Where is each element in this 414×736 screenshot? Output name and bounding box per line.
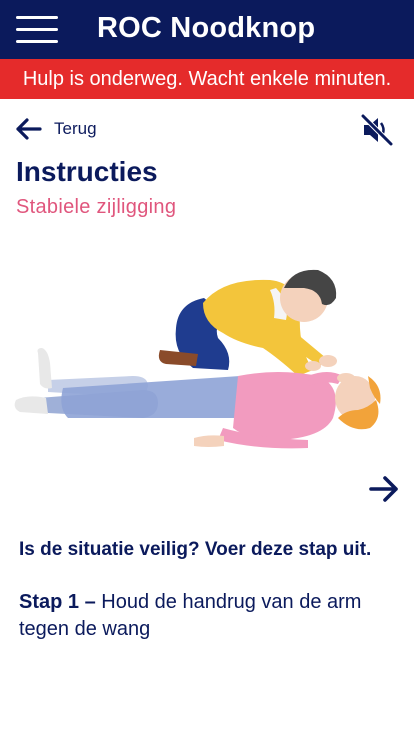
alert-banner: Hulp is onderweg. Wacht enkele minuten. (0, 59, 414, 99)
arrow-left-icon (16, 118, 42, 140)
back-label: Terug (54, 119, 97, 138)
recovery-position-illustration (14, 269, 381, 449)
step-instruction: Stap 1 – Houd de handrug van de arm tege… (19, 589, 399, 643)
page-subtitle: Stabiele zijligging (16, 196, 177, 218)
back-button[interactable]: Terug (14, 114, 97, 144)
hamburger-menu-icon[interactable] (16, 16, 58, 43)
step-label: Stap 1 (19, 591, 80, 613)
app-title: ROC Noodknop (97, 12, 316, 44)
page-title: Instructies (16, 156, 158, 187)
step-dash: – (79, 591, 102, 613)
arrow-right-icon[interactable] (368, 473, 400, 505)
speaker-muted-icon[interactable] (360, 113, 394, 147)
app-header: ROC Noodknop (0, 0, 414, 59)
safety-question: Is de situatie veilig? Voer deze stap ui… (19, 539, 372, 560)
